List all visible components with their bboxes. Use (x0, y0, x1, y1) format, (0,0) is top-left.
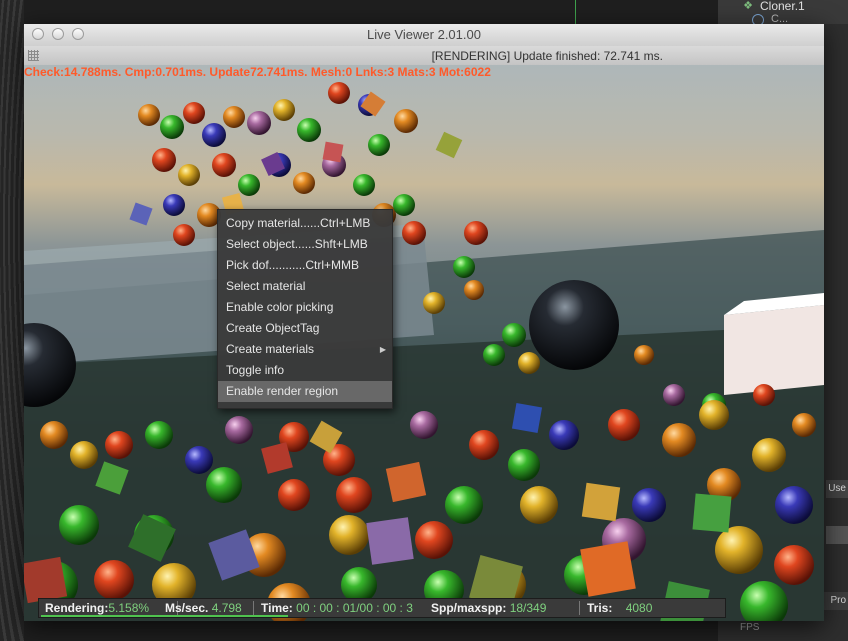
render-time: Time: 00 : 00 : 01/00 : 00 : 3 (261, 601, 413, 615)
overlay-stats: Check:14.788ms. Cmp:0.701ms. Update72.74… (24, 65, 491, 79)
menu-item-toggle-info[interactable]: Toggle info (218, 360, 392, 381)
menu-item-copy-material[interactable]: Copy material......Ctrl+LMB (218, 213, 392, 234)
window-title: Live Viewer 2.01.00 (367, 27, 481, 42)
menu-item-select-object[interactable]: Select object......Shft+LMB (218, 234, 392, 255)
samples-per-pixel: Spp/maxspp: 18/349 (431, 601, 547, 615)
rendering-progress-bar (41, 615, 288, 617)
menu-item-label: Create materials (226, 342, 315, 356)
attribute-field[interactable] (826, 526, 848, 544)
fps-label: FPS (740, 622, 760, 633)
context-menu: Copy material......Ctrl+LMB Select objec… (217, 209, 393, 409)
render-status: [RENDERING] Update finished: 72.741 ms. (431, 49, 663, 63)
rendering-progress: Rendering:5.158% (45, 601, 150, 615)
submenu-arrow-icon: ▶ (379, 345, 386, 354)
menu-item-create-materials[interactable]: Create materials ▶ (218, 339, 392, 360)
menu-item-create-objecttag[interactable]: Create ObjectTag (218, 318, 392, 339)
render-info-bar: Rendering:5.158% Ms/sec. 4.798 Time: 00 … (38, 598, 726, 618)
render-viewport[interactable]: Check:14.788ms. Cmp:0.701ms. Update72.74… (24, 65, 824, 621)
menu-item-select-material[interactable]: Select material (218, 276, 392, 297)
menu-item-enable-render-region[interactable]: Enable render region (218, 381, 392, 402)
object-name[interactable]: Cloner.1 (760, 0, 805, 12)
menu-item-pick-dof[interactable]: Pick dof...........Ctrl+MMB (218, 255, 392, 276)
pro-button[interactable]: Pro (820, 592, 848, 610)
triangle-count: Tris: 4080 (587, 601, 653, 615)
grip-icon[interactable] (28, 50, 39, 61)
cloner-icon: ❖ (743, 0, 753, 12)
status-bar: [RENDERING] Update finished: 72.741 ms. (24, 46, 824, 66)
ms-per-sec: Ms/sec. 4.798 (165, 601, 242, 615)
use-button[interactable]: Use (826, 480, 848, 498)
axis-line (575, 0, 576, 24)
menu-item-enable-color-picking[interactable]: Enable color picking (218, 297, 392, 318)
background-viewport-edge (0, 0, 24, 641)
rendered-scene (24, 82, 824, 621)
title-bar[interactable]: Live Viewer 2.01.00 (24, 24, 824, 47)
live-viewer-window: Live Viewer 2.01.00 [RENDERING] Update f… (24, 24, 824, 621)
